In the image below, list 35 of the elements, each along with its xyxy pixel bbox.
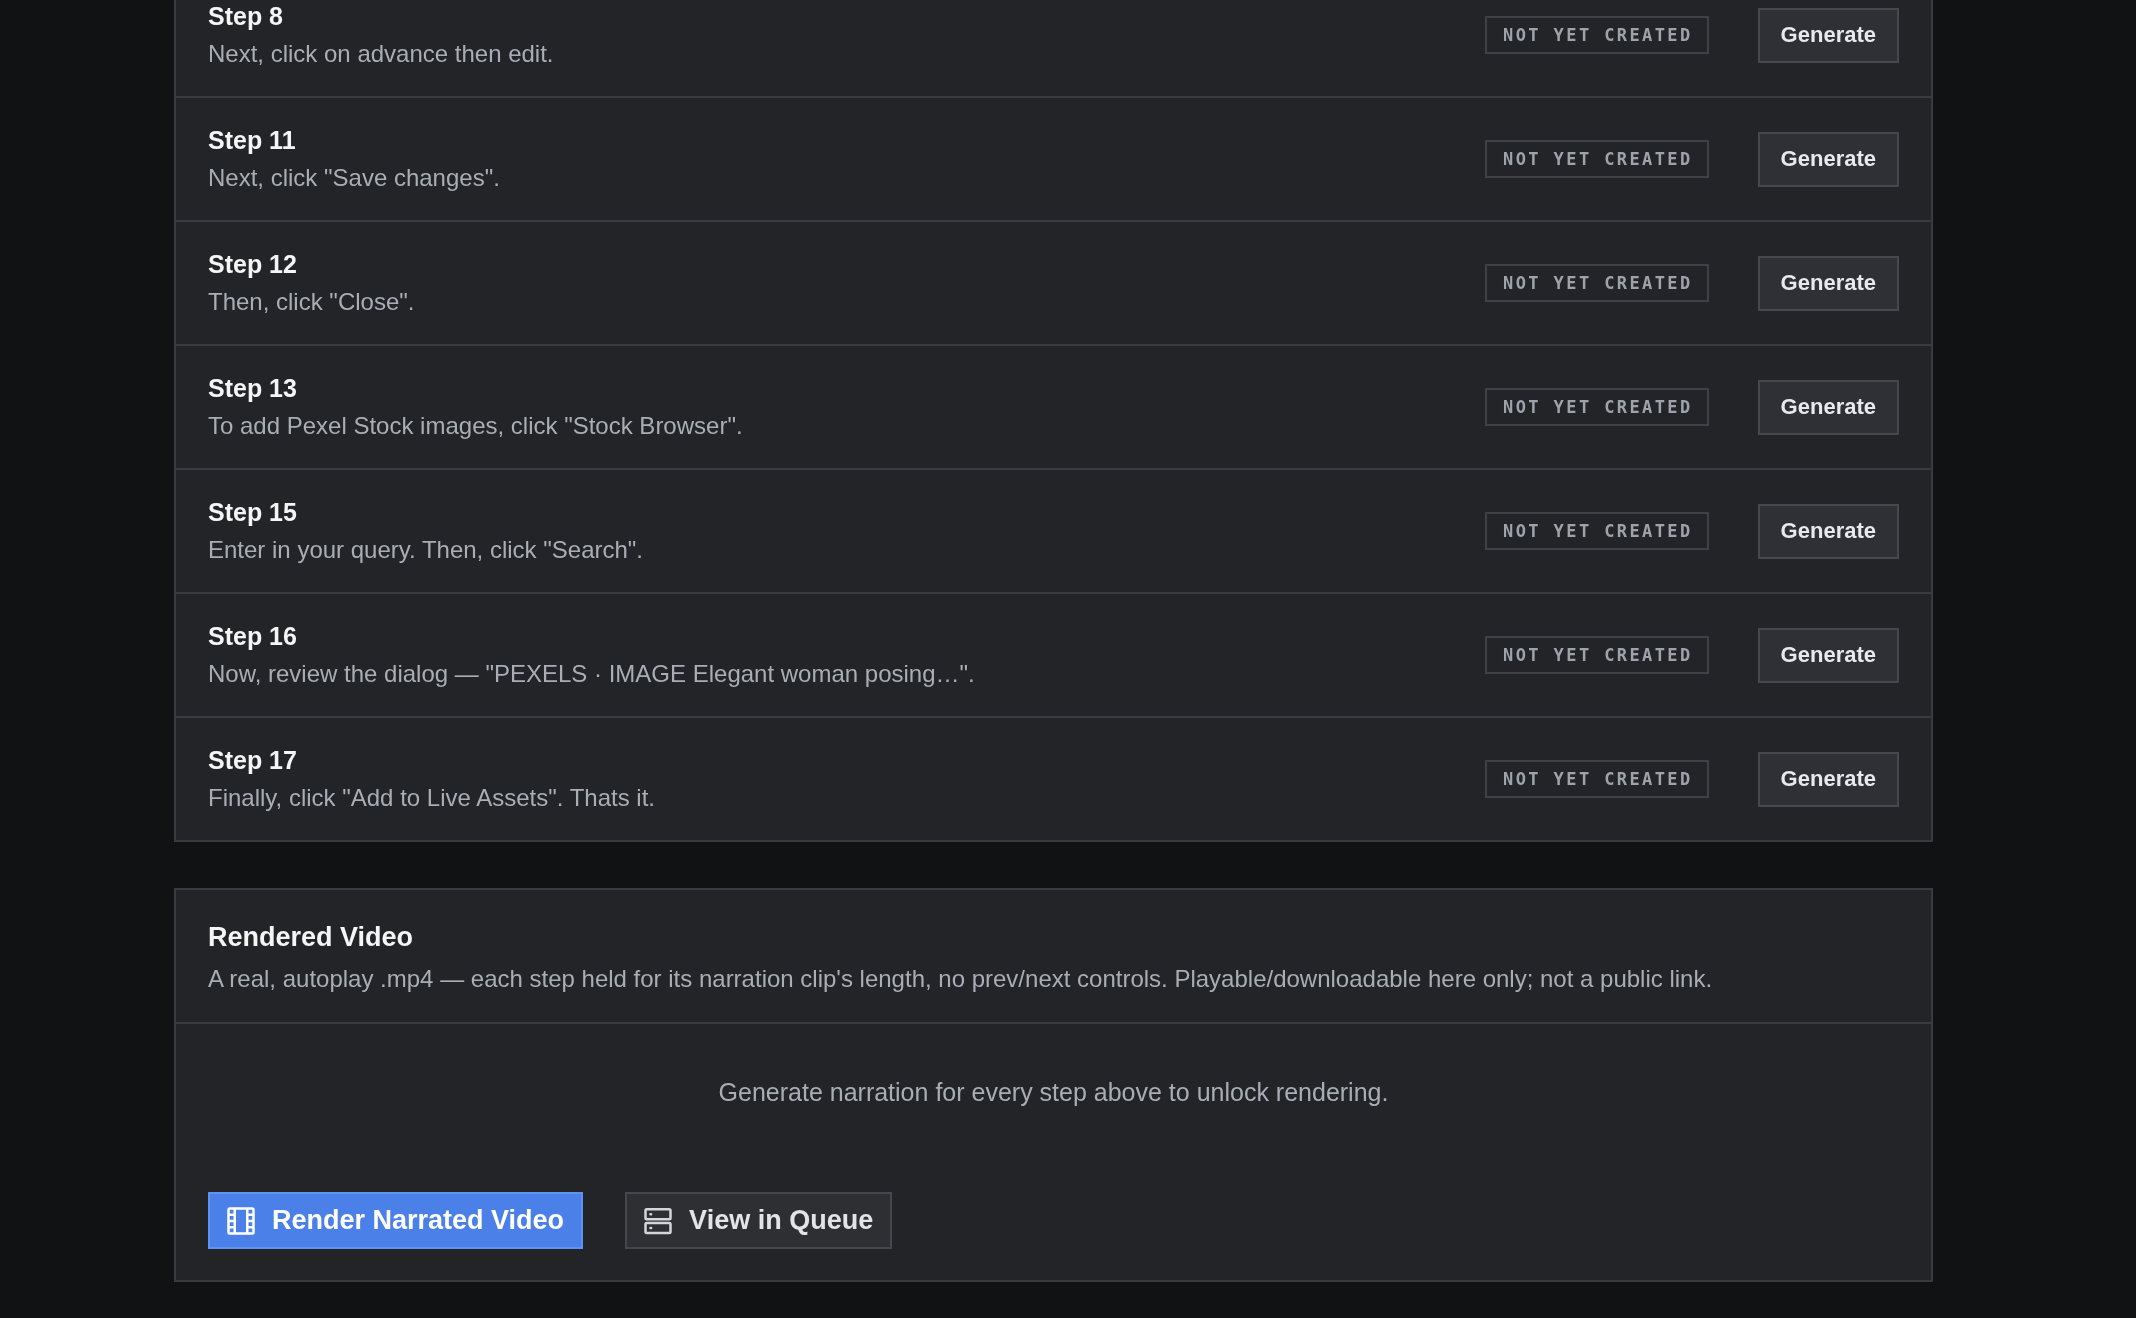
film-icon <box>226 1205 256 1236</box>
step-title: Step 16 <box>208 621 297 652</box>
step-description: To add Pexel Stock images, click "Stock Browser". <box>208 411 743 441</box>
step-title: Step 12 <box>208 249 297 280</box>
generate-button[interactable]: Generate <box>1757 627 1899 683</box>
status-badge: NOT YET CREATED <box>1485 388 1709 426</box>
step-title: Step 13 <box>208 373 297 404</box>
generate-button[interactable]: Generate <box>1757 503 1899 559</box>
status-badge: NOT YET CREATED <box>1485 16 1709 54</box>
status-badge: NOT YET CREATED <box>1485 760 1709 798</box>
step-title: Step 15 <box>208 497 297 528</box>
section-description: A real, autoplay .mp4 — each step held for its narration clip's length, no prev/next controls. Playable/downloadable here only; not a public link. <box>208 964 1713 994</box>
status-badge: NOT YET CREATED <box>1485 636 1709 674</box>
stacked-boxes-icon <box>643 1205 674 1236</box>
generate-button[interactable]: Generate <box>1757 131 1899 187</box>
generate-button[interactable]: Generate <box>1757 255 1899 311</box>
step-title: Step 8 <box>208 1 284 32</box>
step-description: Then, click "Close". <box>208 287 415 317</box>
step-description: Enter in your query. Then, click "Search". <box>208 535 643 565</box>
render-video-button[interactable]: Render Narrated Video <box>208 1192 584 1249</box>
section-title: Rendered Video <box>208 921 414 953</box>
step-title: Step 11 <box>208 125 296 156</box>
step-description: Finally, click "Add to Live Assets". Thats it. <box>208 783 655 813</box>
status-badge: NOT YET CREATED <box>1485 512 1709 550</box>
empty-state-message: Generate narration for every step above to unlock rendering. <box>718 1077 1389 1108</box>
step-description: Next, click "Save changes". <box>208 163 500 193</box>
step-title: Step 17 <box>208 745 297 776</box>
status-badge: NOT YET CREATED <box>1485 140 1709 178</box>
generate-button[interactable]: Generate <box>1757 379 1899 435</box>
view-queue-button[interactable]: View in Queue <box>625 1192 893 1249</box>
step-description: Now, review the dialog — "PEXELS · IMAGE Elegant woman posing…". <box>208 659 975 689</box>
generate-button[interactable]: Generate <box>1757 7 1899 63</box>
generate-button[interactable]: Generate <box>1757 751 1899 807</box>
step-description: Next, click on advance then edit. <box>208 39 554 69</box>
status-badge: NOT YET CREATED <box>1485 264 1709 302</box>
